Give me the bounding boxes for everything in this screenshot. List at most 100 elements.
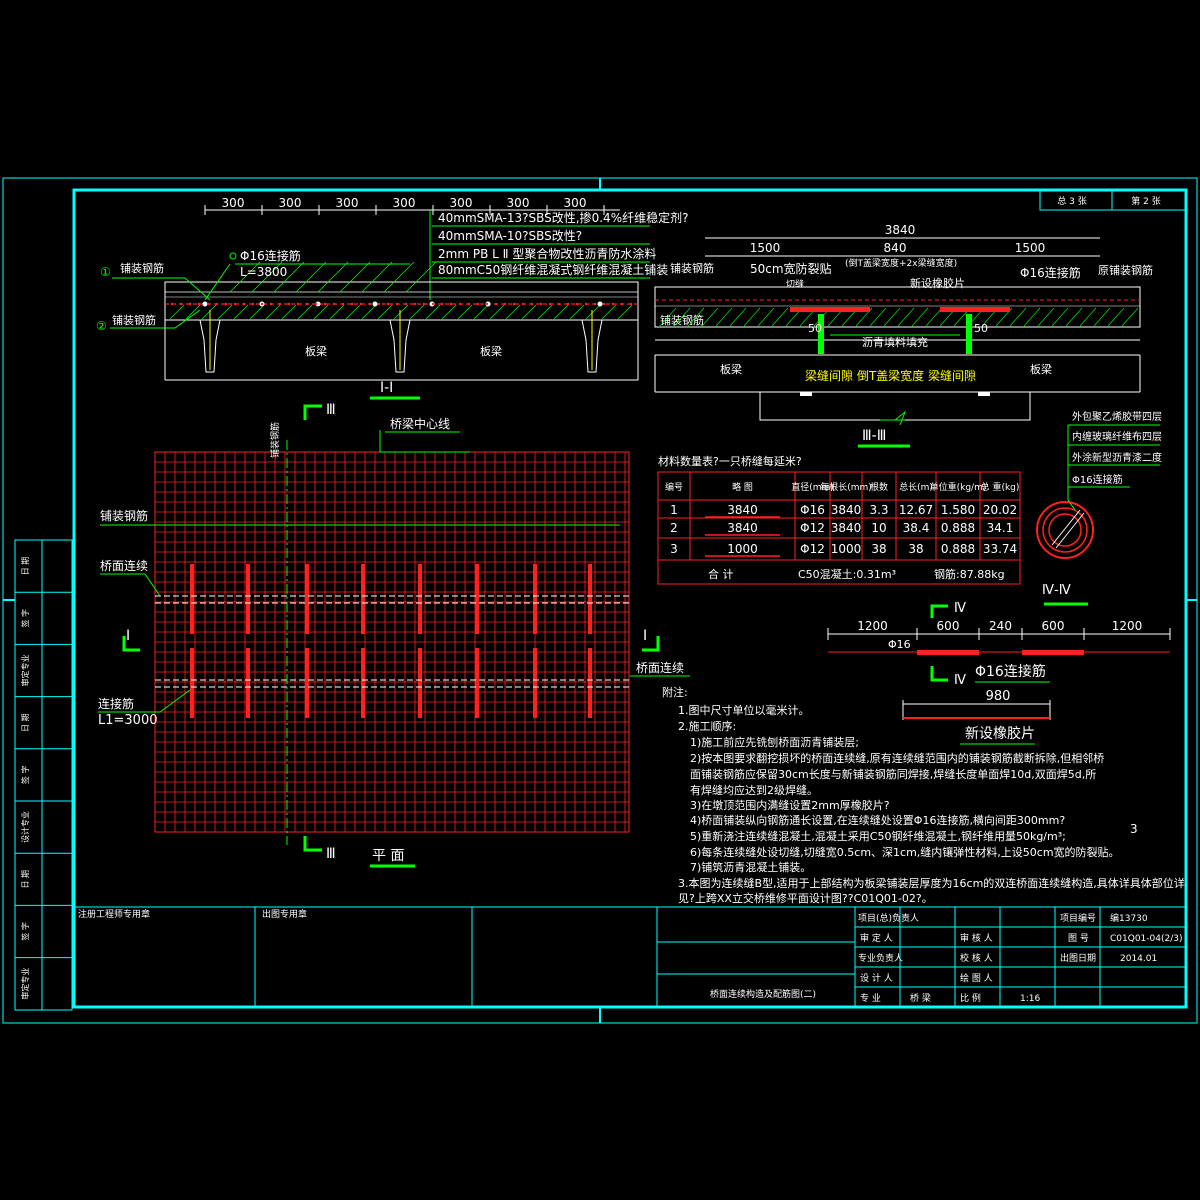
table-cell: 3840 xyxy=(727,521,758,535)
plan-conn-bar xyxy=(361,648,365,718)
plan-conn-length: L1=3000 xyxy=(98,713,158,728)
top-dim: 300 xyxy=(564,196,587,210)
table-cell: 2 xyxy=(670,521,678,535)
conn-bar-label-3: Φ16连接筋 xyxy=(1020,265,1081,280)
plan-rebar-label: 铺装钢筋 xyxy=(100,508,148,523)
table-cell: 38 xyxy=(871,542,886,556)
table-cell: 3 xyxy=(670,542,678,556)
slab-left-label: 板梁 xyxy=(305,344,327,358)
section-3-title: Ⅲ-Ⅲ xyxy=(862,428,886,444)
note-line: 3.本图为连续缝B型,适用于上部结构为板梁铺装层厚度为16cm的双连桥面连续缝构… xyxy=(678,876,1185,890)
top-dim: 300 xyxy=(222,196,245,210)
iv-layer-3: 外涂新型沥青漆二度 xyxy=(1072,451,1162,464)
top-dim: 300 xyxy=(507,196,530,210)
side-label: 审定专业 xyxy=(20,968,30,1000)
plan-marker-1-right: I xyxy=(643,628,647,644)
table-cell: 3840 xyxy=(831,503,862,517)
side-label: 日 期 xyxy=(21,870,30,889)
side-label: 日 期 xyxy=(21,557,30,576)
top-dim: 300 xyxy=(279,196,302,210)
rubber-label: 新设橡胶片 xyxy=(910,276,965,290)
bar-label: Φ16连接筋 xyxy=(975,663,1046,680)
table-cell: Φ12 xyxy=(800,542,825,556)
note-line: 附注: xyxy=(662,685,688,699)
plan-rebar-vertical: 铺装钢筋 xyxy=(269,422,281,458)
scale-note: 3 xyxy=(1130,822,1138,836)
titleblock-cell: 1:16 xyxy=(1020,994,1040,1004)
slab-right-3: 板梁 xyxy=(1030,362,1052,376)
dim-total: 3840 xyxy=(885,223,916,237)
table-total-label: 合 计 xyxy=(708,567,734,581)
note-line: 5)重新浇注连续缝混凝土,混凝土采用C50钢纤维混凝土,钢纤维用量50kg/m³… xyxy=(690,829,1066,843)
plan-conn-bar xyxy=(246,564,250,634)
note-line: 2.施工顺序: xyxy=(678,719,736,733)
note-line: 有焊缝均应达到2级焊缝。 xyxy=(690,783,818,797)
titleblock-cell: 2014.01 xyxy=(1120,954,1157,964)
plan-conn-bar xyxy=(246,648,250,718)
plan-marker-3-top: Ⅲ xyxy=(326,402,336,418)
table-cell: 34.1 xyxy=(987,521,1014,535)
iv-layer-1: 外包聚乙烯胶带四层 xyxy=(1072,410,1162,423)
note-line: 6)每条连续缝处设切缝,切缝宽0.5cm、深1cm,缝内镶弹性材料,上设50cm… xyxy=(690,845,1120,859)
bar-dim: 240 xyxy=(989,619,1012,633)
marker-2: ② xyxy=(96,319,107,333)
rebar-label-3: 铺装钢筋 xyxy=(670,261,714,275)
plan-continuity-1: 桥面连续 xyxy=(100,558,148,573)
titleblock-cell: 桥 梁 xyxy=(910,992,931,1004)
cut-seam-label: 切缝 xyxy=(786,278,804,290)
dim-50-right: 50 xyxy=(974,322,988,335)
iv-layer-4: Φ16连接筋 xyxy=(1072,473,1123,486)
titleblock-cell: 设 计 人 xyxy=(860,972,893,984)
seal-print: 出图专用章 xyxy=(262,908,307,920)
table-concrete: C50混凝土:0.31m³ xyxy=(798,567,896,581)
plan-conn-bar xyxy=(190,564,194,634)
table-cell: 1000 xyxy=(727,542,758,556)
dim-mid-note: (倒T盖梁宽度+2x梁缝宽度) xyxy=(845,257,957,269)
bar-marker-bottom: Ⅳ xyxy=(954,673,966,688)
note-line: 见?上跨XX立交桥维修平面设计图??C01Q01-02?。 xyxy=(678,891,933,905)
note-line: 3)在墩顶范围内满缝设置2mm厚橡胶片? xyxy=(690,798,890,812)
bar-dim: 600 xyxy=(1042,619,1065,633)
side-label: 签 字 xyxy=(20,609,30,628)
fill-label: 沥青填料填充 xyxy=(862,335,928,349)
titleblock-cell: 绘 图 人 xyxy=(960,972,993,984)
plan-conn-bar xyxy=(190,648,194,718)
dim-right: 1500 xyxy=(1015,241,1046,255)
dim-mid: 840 xyxy=(884,241,907,255)
titleblock-cell: 出图日期 xyxy=(1060,952,1096,964)
table-header: 根数 xyxy=(870,481,888,493)
layer-1: 40mmSMA-13?SBS改性,掺0.4%纤维稳定剂? xyxy=(438,210,688,225)
plan-conn-bar xyxy=(305,648,309,718)
rubber-dim: 980 xyxy=(986,689,1011,704)
note-line: 1)施工前应先铣刨桥面沥青铺装层; xyxy=(690,735,859,749)
table-cell: 10 xyxy=(871,521,886,535)
section-4-title: Ⅳ-Ⅳ xyxy=(1042,583,1071,598)
plan-conn-bar xyxy=(588,648,592,718)
plan-conn-bar xyxy=(475,648,479,718)
titleblock-cell: 编13730 xyxy=(1110,912,1148,924)
table-cell: 1000 xyxy=(831,542,862,556)
plan-conn-bar xyxy=(475,564,479,634)
table-header: 总 重(kg) xyxy=(981,481,1020,493)
plan-conn-bar xyxy=(533,564,537,634)
note-line: 1.图中尺寸单位以毫米计。 xyxy=(678,703,810,717)
table-header: 每根长(mm) xyxy=(820,481,872,493)
side-label: 设计专业 xyxy=(20,811,30,843)
table-cell: 33.74 xyxy=(983,542,1017,556)
table-cell: Φ12 xyxy=(800,521,825,535)
table-cell: 1.580 xyxy=(941,503,975,517)
side-label: 审定专业 xyxy=(20,654,30,686)
side-label: 日 期 xyxy=(21,713,30,732)
titleblock-cell: 校 核 人 xyxy=(960,952,993,964)
table-header: 总长(m) xyxy=(899,481,933,493)
bar-dim: 600 xyxy=(937,619,960,633)
table-cell: 3840 xyxy=(727,503,758,517)
titleblock-cell: 审 定 人 xyxy=(860,932,893,944)
table-steel: 钢筋:87.88kg xyxy=(934,567,1005,581)
side-label: 签 字 xyxy=(20,922,30,941)
top-dim: 300 xyxy=(393,196,416,210)
bar-marker-top: Ⅳ xyxy=(954,601,966,616)
plan-conn-bar xyxy=(418,564,422,634)
table-cell: Φ16 xyxy=(800,503,825,517)
dim-left: 1500 xyxy=(750,241,781,255)
